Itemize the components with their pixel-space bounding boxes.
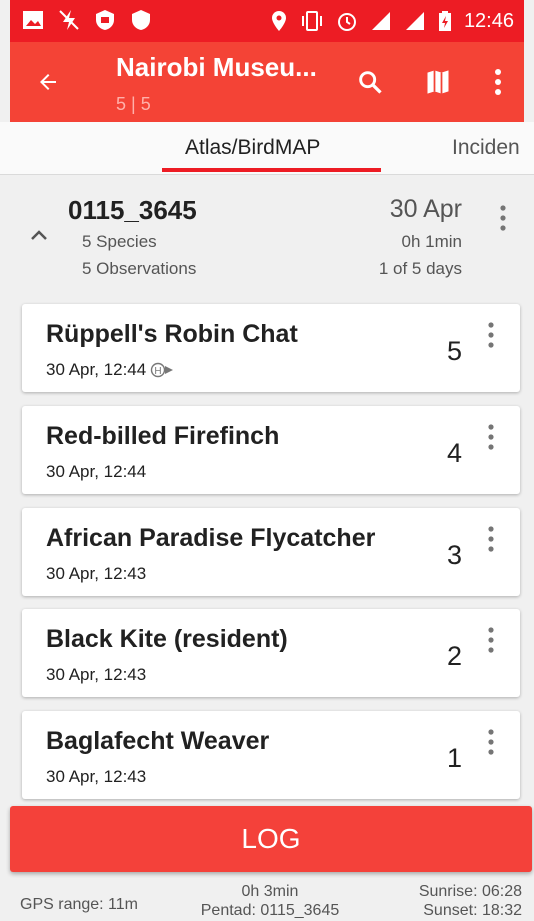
gps-range: GPS range: 11m	[20, 896, 138, 913]
species-name: Red-billed Firefinch	[46, 422, 280, 450]
shield-filled-icon	[132, 10, 150, 30]
list-item[interactable]: Baglafecht Weaver 30 Apr, 12:43 1	[22, 711, 520, 799]
sunset-time: Sunset: 18:32	[423, 902, 522, 919]
observation-count: 2	[446, 641, 462, 671]
card-overflow-icon[interactable]	[500, 205, 506, 231]
signal-icon	[405, 12, 424, 30]
vibrate-icon	[301, 11, 322, 31]
tab-atlas-birdmap[interactable]: Atlas/BirdMAP	[185, 136, 320, 160]
card-days: 1 of 5 days	[378, 259, 462, 278]
item-overflow-icon[interactable]	[488, 729, 494, 755]
footer-info: GPS range: 11m 0h 3min Pentad: 0115_3645…	[0, 876, 534, 921]
species-count: 5 Species	[82, 232, 157, 251]
item-overflow-icon[interactable]	[488, 424, 494, 450]
clock-time: 12:46	[463, 10, 514, 32]
observation-time: 30 Apr, 12:44	[46, 462, 147, 481]
chevron-up-icon[interactable]	[30, 229, 48, 241]
badge-letter: H	[155, 366, 162, 377]
log-button[interactable]: LOG	[10, 806, 532, 872]
species-name: African Paradise Flycatcher	[46, 524, 376, 552]
item-overflow-icon[interactable]	[488, 322, 494, 348]
pentad-code: 0115_3645	[68, 195, 197, 225]
species-name: Rüppell's Robin Chat	[46, 320, 298, 348]
item-overflow-icon[interactable]	[488, 526, 494, 552]
no-bolt-icon	[59, 10, 79, 30]
observation-time: 30 Apr, 12:44	[46, 360, 147, 379]
overflow-menu-icon[interactable]	[494, 68, 502, 96]
observation-time: 30 Apr, 12:43	[46, 564, 147, 583]
observation-count: 3	[446, 540, 462, 570]
map-icon[interactable]	[424, 68, 452, 96]
species-name: Black Kite (resident)	[46, 625, 288, 653]
search-icon[interactable]	[356, 68, 384, 96]
observation-count: 5	[446, 336, 462, 366]
observation-time: 30 Apr, 12:43	[46, 767, 147, 786]
card-duration: 0h 1min	[401, 232, 462, 251]
location-icon	[271, 11, 286, 31]
page-title: Nairobi Museu...	[116, 52, 317, 82]
list-item[interactable]: Rüppell's Robin Chat 30 Apr, 12:44 H 5	[22, 304, 520, 392]
elapsed-time: 0h 3min	[241, 883, 299, 900]
battery-charging-icon	[438, 11, 451, 31]
list-item[interactable]: Red-billed Firefinch 30 Apr, 12:44 4	[22, 406, 520, 494]
app-bar: Nairobi Museu... 5 | 5	[10, 42, 524, 122]
signal-icon	[371, 12, 390, 30]
card-summary[interactable]: 0115_3645 30 Apr 5 Species 5 Observation…	[0, 175, 534, 285]
pentad-label: Pentad: 0115_3645	[200, 902, 340, 919]
list-item[interactable]: African Paradise Flycatcher 30 Apr, 12:4…	[22, 508, 520, 596]
observation-count: 4	[446, 438, 462, 468]
tab-indicator	[162, 168, 381, 172]
observations-count: 5 Observations	[82, 259, 197, 278]
hint-badge-icon: H	[151, 362, 174, 378]
image-icon	[23, 11, 43, 29]
tab-incidental[interactable]: Inciden	[452, 136, 520, 160]
observation-count: 1	[446, 743, 462, 773]
item-overflow-icon[interactable]	[488, 627, 494, 653]
card-date: 30 Apr	[389, 195, 462, 223]
status-bar: 12:46	[10, 0, 524, 42]
shield-icon	[96, 10, 114, 30]
sunrise-time: Sunrise: 06:28	[418, 883, 522, 900]
observation-time: 30 Apr, 12:43	[46, 665, 147, 684]
back-arrow-icon[interactable]	[36, 70, 60, 94]
list-item[interactable]: Black Kite (resident) 30 Apr, 12:43 2	[22, 609, 520, 697]
page-subtitle: 5 | 5	[116, 94, 151, 114]
species-name: Baglafecht Weaver	[46, 727, 270, 755]
alarm-icon	[337, 13, 356, 31]
tab-bar: Atlas/BirdMAP Inciden	[0, 122, 534, 175]
